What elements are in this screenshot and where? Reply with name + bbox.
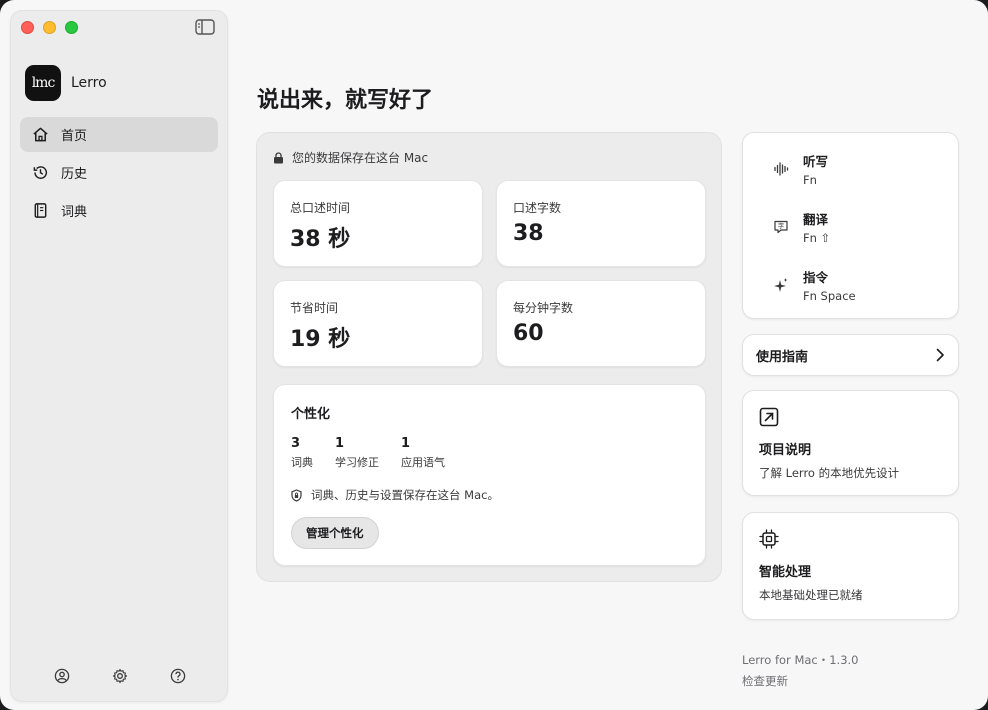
smart-processing-card: 智能处理 本地基础处理已就绪 [742, 512, 959, 620]
translate-icon: 字 [771, 217, 791, 237]
metric-dictionary: 3 词典 [291, 436, 313, 470]
sidebar-footer [11, 667, 229, 685]
metric-label: 应用语气 [401, 456, 445, 469]
stat-value: 38 秒 [290, 227, 351, 252]
stats-panel: 您的数据保存在这台 Mac 总口述时间 38 秒 口述字数 38 节省时间 19… [256, 132, 722, 582]
personalization-title: 个性化 [291, 407, 331, 422]
shortcuts-card: 听写 Fn 字 翻译 Fn ⇧ 指令 Fn Space [742, 132, 959, 319]
smart-processing-desc: 本地基础处理已就绪 [759, 588, 863, 602]
minimize-window-button[interactable] [43, 21, 56, 34]
stat-label: 每分钟字数 [513, 301, 574, 315]
zoom-window-button[interactable] [65, 21, 78, 34]
settings-icon[interactable] [111, 667, 129, 685]
sidebar: lmc Lerro 首页 历史 词典 [10, 10, 228, 702]
stat-label: 总口述时间 [290, 201, 351, 215]
personalization-note: 词典、历史与设置保存在这台 Mac。 [291, 487, 499, 503]
stat-total-dictation-time: 总口述时间 38 秒 [273, 180, 483, 267]
sidebar-item-history[interactable]: 历史 [20, 155, 218, 190]
sidebar-item-label: 首页 [61, 129, 88, 144]
chip-icon [759, 529, 779, 549]
metric-learned-corrections: 1 学习修正 [335, 436, 379, 470]
manage-personalization-button[interactable]: 管理个性化 [291, 517, 379, 549]
app-logo-icon: lmc [25, 65, 61, 101]
smart-processing-title: 智能处理 [759, 565, 812, 580]
app-window: lmc Lerro 首页 历史 词典 说出来，就写好了 您的数据保存在这台 Ma… [0, 0, 988, 710]
personalization-metrics: 3 词典 1 学习修正 1 应用语气 [291, 436, 467, 470]
sparkle-icon [771, 275, 791, 295]
shortcut-dictate[interactable]: 听写 Fn [743, 149, 958, 189]
version-text: Lerro for Mac・1.3.0 [742, 653, 859, 667]
shortcut-name: 听写 [803, 154, 829, 169]
metric-number: 3 [291, 436, 301, 451]
dictionary-icon [34, 203, 47, 218]
shortcut-name: 指令 [803, 270, 829, 285]
svg-text:字: 字 [778, 221, 785, 230]
sidebar-item-home[interactable]: 首页 [20, 117, 218, 152]
metric-number: 1 [401, 436, 411, 451]
stat-dictated-words: 口述字数 38 [496, 180, 706, 267]
waveform-icon [771, 159, 791, 179]
app-name: Lerro [71, 75, 107, 91]
usage-guide-button[interactable]: 使用指南 [742, 334, 959, 376]
chevron-right-icon [936, 348, 944, 362]
app-footer: Lerro for Mac・1.3.0 检查更新 [742, 652, 859, 689]
privacy-note: 您的数据保存在这台 Mac [273, 149, 428, 166]
lock-icon [274, 151, 283, 163]
project-info-desc: 了解 Lerro 的本地优先设计 [759, 466, 900, 480]
external-link-icon [759, 407, 779, 427]
page-title: 说出来，就写好了 [257, 88, 434, 113]
privacy-note-text: 您的数据保存在这台 Mac [292, 151, 429, 165]
sidebar-nav: 首页 历史 词典 [20, 117, 218, 231]
home-icon [33, 127, 48, 142]
stat-value: 19 秒 [290, 327, 351, 352]
help-icon[interactable] [169, 667, 187, 685]
account-icon[interactable] [53, 667, 71, 685]
personalization-card: 个性化 3 词典 1 学习修正 1 应用语气 词典、历史与设置保存在这台 Mac… [273, 384, 706, 566]
shortcut-key: Fn ⇧ [803, 231, 831, 245]
metric-number: 1 [335, 436, 345, 451]
shortcut-key: Fn [803, 173, 817, 187]
stat-label: 节省时间 [290, 301, 339, 315]
sidebar-toggle-icon[interactable] [195, 19, 215, 35]
shield-lock-icon [291, 488, 302, 502]
metric-label: 词典 [291, 456, 313, 469]
shortcut-name: 翻译 [803, 212, 829, 227]
usage-guide-label: 使用指南 [756, 349, 809, 365]
project-info-card[interactable]: 项目说明 了解 Lerro 的本地优先设计 [742, 390, 959, 496]
window-controls [21, 21, 78, 34]
shortcut-translate[interactable]: 字 翻译 Fn ⇧ [743, 207, 958, 247]
sidebar-item-label: 历史 [61, 167, 88, 182]
sidebar-item-dictionary[interactable]: 词典 [20, 193, 218, 228]
stat-words-per-minute: 每分钟字数 60 [496, 280, 706, 367]
personalization-note-text: 词典、历史与设置保存在这台 Mac。 [311, 488, 499, 502]
shortcut-key: Fn Space [803, 289, 856, 303]
stat-label: 口述字数 [513, 201, 562, 215]
check-update-link[interactable]: 检查更新 [742, 673, 859, 689]
brand: lmc Lerro [25, 65, 107, 101]
shortcut-command[interactable]: 指令 Fn Space [743, 265, 958, 305]
stat-value: 38 [513, 221, 544, 246]
project-info-title: 项目说明 [759, 443, 812, 458]
close-window-button[interactable] [21, 21, 34, 34]
stat-value: 60 [513, 321, 544, 346]
stat-time-saved: 节省时间 19 秒 [273, 280, 483, 367]
sidebar-item-label: 词典 [61, 205, 88, 220]
metric-label: 学习修正 [335, 456, 379, 469]
metric-app-tone: 1 应用语气 [401, 436, 445, 470]
history-icon [33, 166, 48, 179]
